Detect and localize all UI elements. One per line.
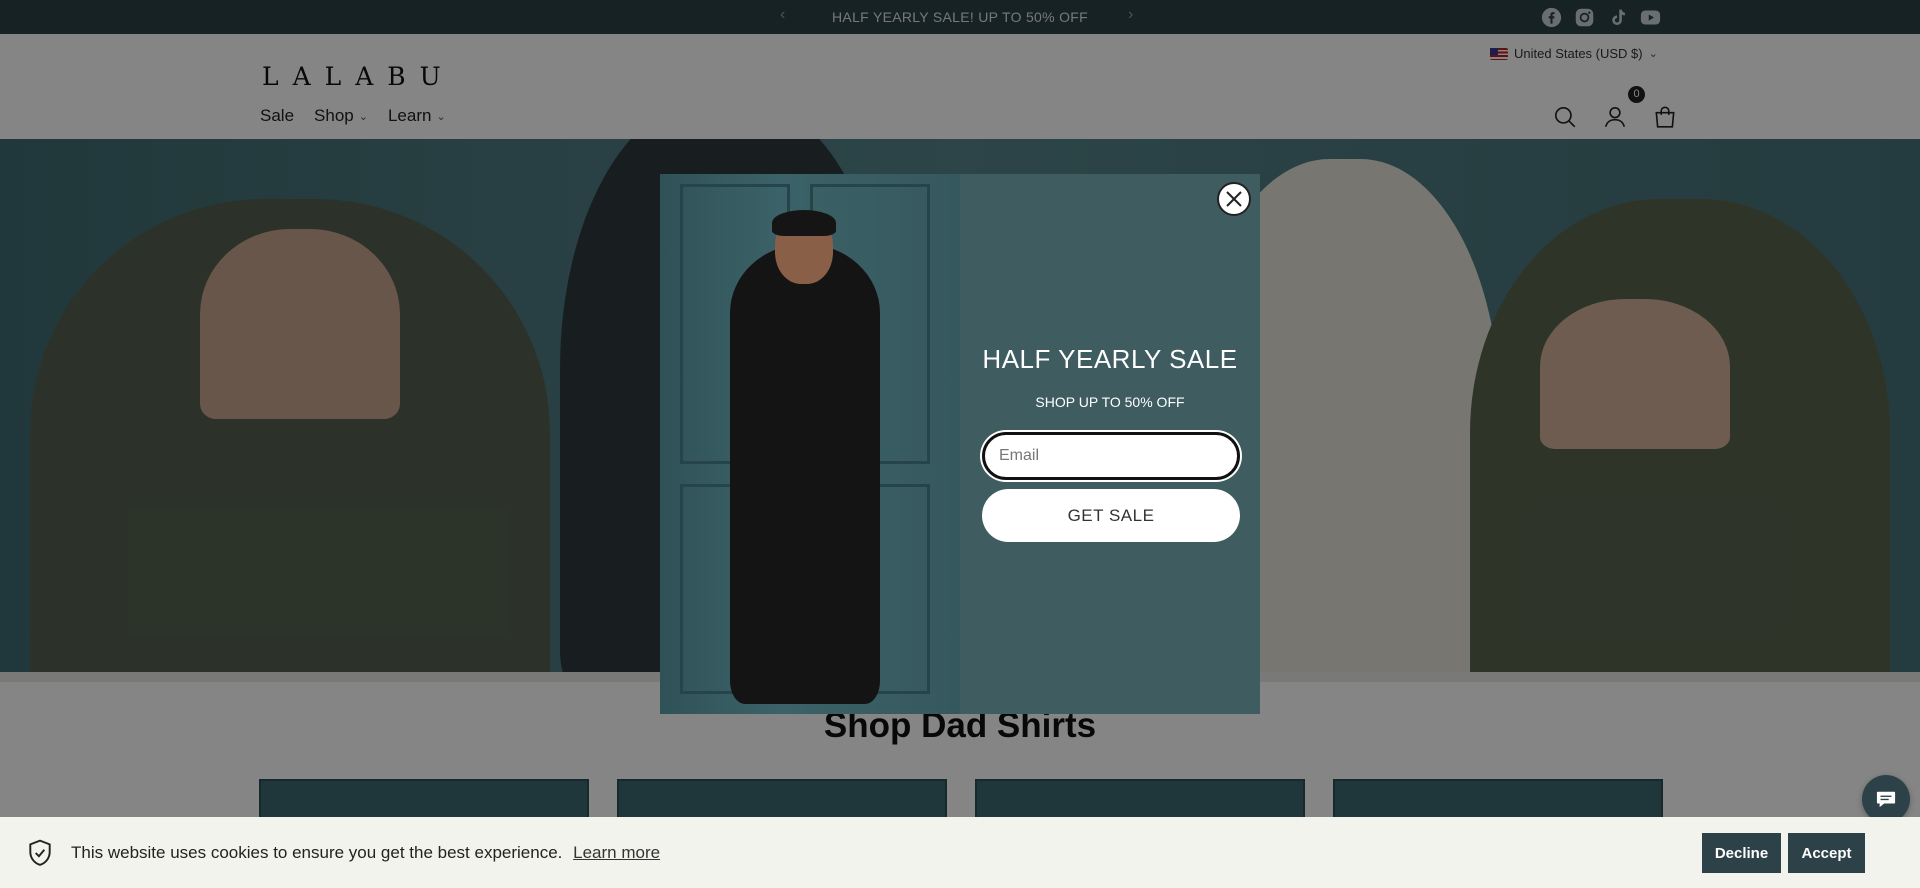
popup-title: HALF YEARLY SALE [982, 344, 1238, 374]
popup-image [660, 174, 960, 714]
shield-check-icon [27, 839, 53, 867]
cookie-message: This website uses cookies to ensure you … [71, 843, 660, 863]
email-field[interactable] [985, 435, 1237, 477]
cookie-banner: This website uses cookies to ensure you … [0, 817, 1920, 888]
email-field-wrapper [982, 432, 1240, 480]
popup-model [730, 244, 880, 704]
accept-button[interactable]: Accept [1788, 833, 1865, 873]
learn-more-link[interactable]: Learn more [573, 843, 660, 862]
sale-popup: HALF YEARLY SALE SHOP UP TO 50% OFF GET … [660, 174, 1260, 714]
chat-button[interactable] [1862, 775, 1910, 823]
popup-content: HALF YEARLY SALE SHOP UP TO 50% OFF GET … [960, 174, 1260, 714]
get-sale-button[interactable]: GET SALE [982, 489, 1240, 542]
decline-button[interactable]: Decline [1702, 833, 1781, 873]
chat-icon [1876, 791, 1896, 808]
close-popup-button[interactable] [1217, 182, 1251, 216]
cookie-text: This website uses cookies to ensure you … [71, 843, 563, 862]
close-icon [1226, 191, 1242, 207]
popup-subtitle: SHOP UP TO 50% OFF [1035, 394, 1185, 410]
